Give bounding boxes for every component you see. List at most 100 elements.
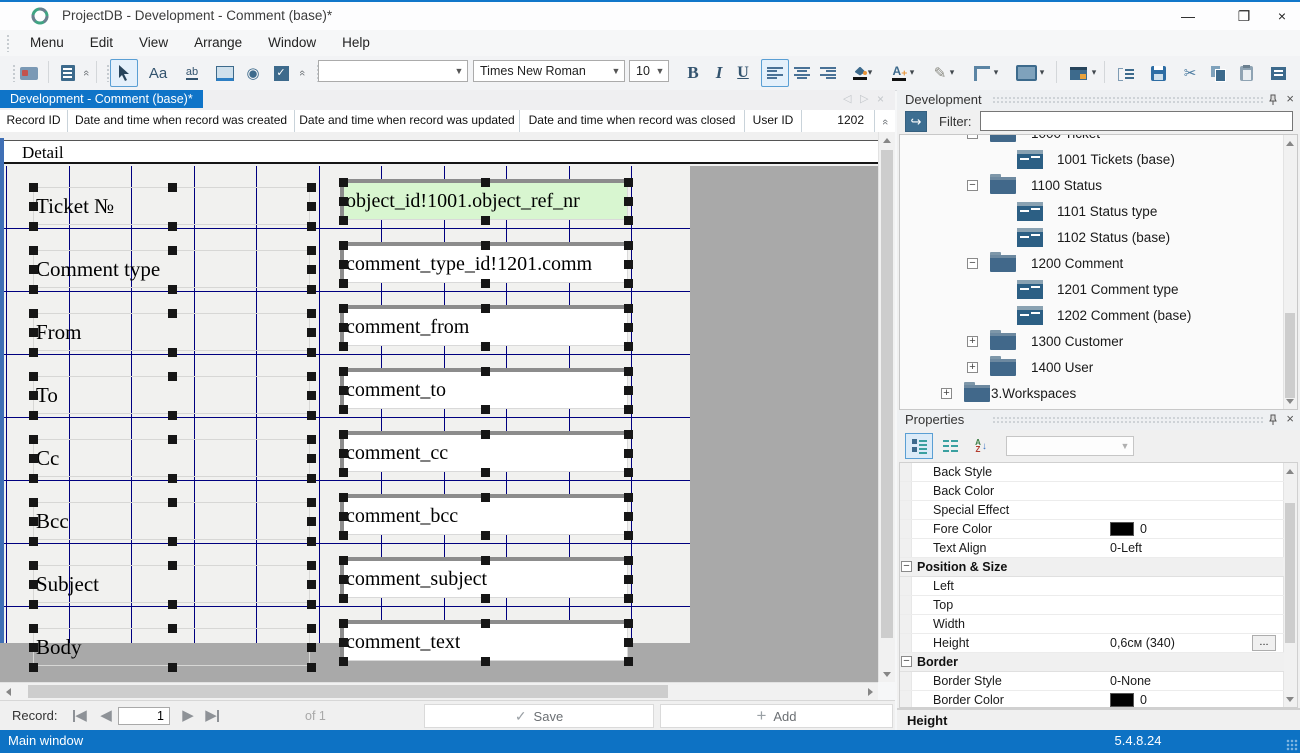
label-handle[interactable] — [168, 246, 177, 255]
property-row-text-align[interactable]: Text Align0-Left — [900, 539, 1284, 558]
textbox-handle[interactable] — [624, 556, 633, 565]
add-record-button[interactable]: + Add — [660, 704, 893, 728]
textbox-handle[interactable] — [624, 594, 633, 603]
menu-item-view[interactable]: View — [126, 30, 181, 56]
form-textbox[interactable]: comment_subject — [340, 557, 628, 598]
label-handle[interactable] — [307, 372, 316, 381]
textbox-handle[interactable] — [481, 657, 490, 666]
property-ellipsis-button[interactable]: ... — [1252, 635, 1276, 651]
property-row-width[interactable]: Width — [900, 615, 1284, 634]
property-category-border[interactable]: −Border — [900, 653, 1284, 672]
font-color-caret[interactable]: ▾ — [906, 59, 916, 85]
tree-expander-icon[interactable]: − — [967, 258, 978, 269]
record-header-cell[interactable]: 1202 — [802, 110, 875, 132]
textbox-handle[interactable] — [481, 304, 490, 313]
tree-item-1102-status-base-[interactable]: 1102 Status (base) — [900, 225, 1280, 251]
textbox-handle[interactable] — [339, 342, 348, 351]
align-center-button[interactable] — [788, 59, 816, 87]
combobox-tool-button[interactable] — [210, 59, 240, 87]
tree-item-1202-comment-base-[interactable]: 1202 Comment (base) — [900, 303, 1280, 329]
textbox-handle[interactable] — [481, 216, 490, 225]
menu-item-edit[interactable]: Edit — [77, 30, 126, 56]
select-tool-button[interactable] — [110, 59, 138, 87]
textbox-handle[interactable] — [339, 323, 348, 332]
form-label[interactable]: Cc — [33, 439, 310, 477]
pages-button[interactable] — [54, 59, 82, 87]
control-frame-caret[interactable]: ▾ — [1036, 59, 1046, 85]
align-left-button[interactable] — [761, 59, 789, 87]
label-handle[interactable] — [307, 561, 316, 570]
form-textbox[interactable]: comment_type_id!1201.comm — [340, 242, 628, 283]
previous-record-button[interactable]: ◀ — [94, 706, 118, 726]
textbox-handle[interactable] — [624, 241, 633, 250]
label-handle[interactable] — [168, 285, 177, 294]
label-handle[interactable] — [29, 285, 38, 294]
label-handle[interactable] — [29, 435, 38, 444]
outline-list-button[interactable] — [1112, 59, 1140, 87]
record-header-cell[interactable]: Date and time when record was closed — [520, 110, 745, 132]
label-handle[interactable] — [29, 624, 38, 633]
textbox-handle[interactable] — [624, 405, 633, 414]
record-header-cell[interactable]: Record ID — [0, 110, 68, 132]
line-color-caret[interactable]: ▾ — [946, 59, 956, 85]
form-textbox[interactable]: comment_cc — [340, 431, 628, 472]
textbox-handle[interactable] — [339, 260, 348, 269]
textbox-handle[interactable] — [339, 657, 348, 666]
tab-development-comment[interactable]: Development - Comment (base)* — [0, 90, 203, 108]
tree-expander-icon[interactable]: + — [967, 362, 978, 373]
tree-item-1201-comment-type[interactable]: 1201 Comment type — [900, 277, 1280, 303]
record-header-cell[interactable]: Date and time when record was created — [68, 110, 295, 132]
label-handle[interactable] — [168, 474, 177, 483]
property-row-border-color[interactable]: Border Color0 — [900, 691, 1284, 708]
tree-item-1400-user[interactable]: +1400 User — [900, 355, 1280, 381]
label-tool-button[interactable]: Aa — [142, 59, 174, 87]
scroll-right-icon[interactable] — [862, 684, 878, 700]
category-expander-icon[interactable]: − — [901, 656, 912, 667]
textbox-handle[interactable] — [624, 575, 633, 584]
tree-expander-icon[interactable]: + — [941, 388, 952, 399]
properties-close-icon[interactable]: × — [1286, 411, 1294, 426]
scroll-up-icon[interactable] — [879, 132, 895, 148]
textbox-handle[interactable] — [481, 619, 490, 628]
label-handle[interactable] — [168, 411, 177, 420]
list-view-button[interactable] — [936, 433, 964, 459]
save-record-button[interactable]: ✓ Save — [424, 704, 654, 728]
textbox-handle[interactable] — [339, 304, 348, 313]
label-handle[interactable] — [307, 474, 316, 483]
label-handle[interactable] — [307, 246, 316, 255]
textbox-handle[interactable] — [624, 367, 633, 376]
save-button[interactable] — [1144, 59, 1172, 87]
checkbox-tool-button[interactable]: ✓ — [266, 59, 296, 87]
label-handle[interactable] — [29, 372, 38, 381]
label-handle[interactable] — [29, 246, 38, 255]
textbox-handle[interactable] — [624, 197, 633, 206]
cut-button[interactable]: ✂ — [1176, 59, 1204, 87]
development-close-icon[interactable]: × — [1286, 91, 1294, 106]
textbox-handle[interactable] — [339, 279, 348, 288]
border-style-caret[interactable]: ▾ — [990, 59, 1000, 85]
props-scroll-up-icon[interactable] — [1282, 463, 1298, 479]
textbox-handle[interactable] — [481, 493, 490, 502]
categorized-view-button[interactable] — [905, 433, 933, 459]
label-handle[interactable] — [29, 643, 38, 652]
close-button[interactable]: × — [1266, 5, 1298, 27]
pin-icon[interactable] — [1268, 414, 1278, 426]
textbox-handle[interactable] — [339, 386, 348, 395]
label-handle[interactable] — [307, 309, 316, 318]
textbox-handle[interactable] — [339, 512, 348, 521]
label-handle[interactable] — [307, 600, 316, 609]
textbox-handle[interactable] — [624, 279, 633, 288]
tree-expander-icon[interactable]: + — [967, 336, 978, 347]
go-to-object-button[interactable]: ↪ — [905, 111, 927, 132]
label-handle[interactable] — [29, 391, 38, 400]
properties-scrollbar[interactable] — [1283, 463, 1297, 707]
label-handle[interactable] — [29, 454, 38, 463]
label-handle[interactable] — [307, 624, 316, 633]
hscroll-thumb[interactable] — [28, 685, 668, 698]
label-handle[interactable] — [168, 309, 177, 318]
vscroll-thumb[interactable] — [881, 150, 893, 638]
paste-button[interactable] — [1232, 59, 1260, 87]
tree-scroll-up-icon[interactable] — [1282, 135, 1298, 151]
label-handle[interactable] — [168, 663, 177, 672]
menu-item-arrange[interactable]: Arrange — [181, 30, 255, 56]
